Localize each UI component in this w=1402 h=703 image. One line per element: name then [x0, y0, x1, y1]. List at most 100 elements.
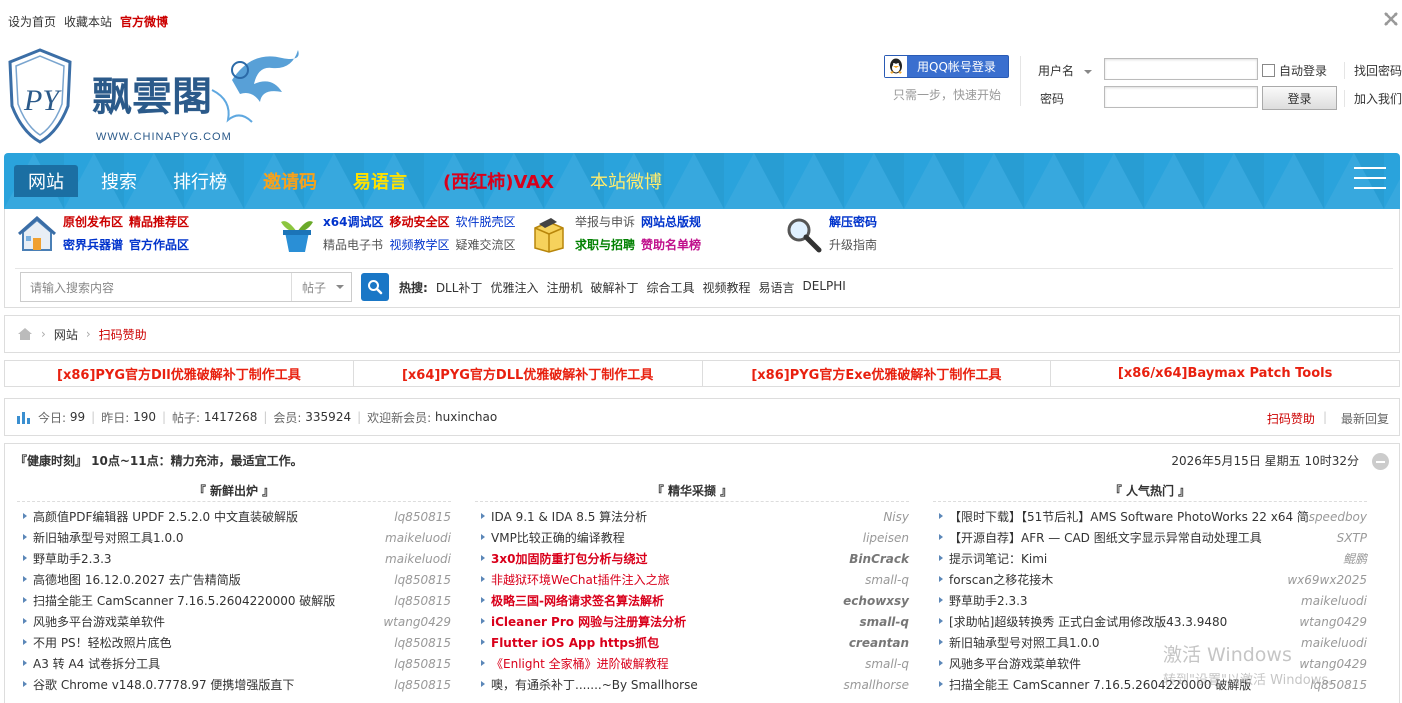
thread-author-link[interactable]: lq850815	[394, 573, 451, 587]
qn-report-appeal[interactable]: 举报与申诉	[575, 214, 635, 231]
thread-title-link[interactable]: 极略三国-网络请求签名算法解析	[491, 592, 843, 609]
thread-author-link[interactable]: maikeluodi	[1301, 594, 1367, 608]
hot-search-item[interactable]: 优雅注入	[490, 279, 538, 296]
thread-title-link[interactable]: 风驰多平台游戏菜单软件	[33, 613, 383, 630]
thread-title-link[interactable]: 【限时下载】【51节后礼】AMS Software PhotoWorks 22 …	[949, 508, 1309, 525]
thread-author-link[interactable]: creantan	[849, 636, 909, 650]
qn-unpacking[interactable]: 软件脱壳区	[455, 214, 515, 231]
thread-title-link[interactable]: 新旧轴承型号对照工具1.0.0	[33, 529, 385, 546]
hot-search-item[interactable]: 注册机	[546, 279, 582, 296]
thread-author-link[interactable]: lq850815	[394, 510, 451, 524]
qn-qa-exchange[interactable]: 疑难交流区	[455, 237, 515, 254]
thread-title-link[interactable]: 野草助手2.3.3	[949, 592, 1301, 609]
featured-link[interactable]: [x86/x64]Baymax Patch Tools	[1051, 361, 1399, 386]
qn-mobile-security[interactable]: 移动安全区	[389, 214, 449, 231]
hot-search-item[interactable]: DELPHI	[803, 279, 846, 296]
find-password-link[interactable]: 找回密码	[1344, 62, 1402, 79]
search-button[interactable]	[361, 273, 389, 301]
qq-login-button[interactable]: 用QQ帐号登录	[884, 55, 1009, 78]
qn-unzip-password[interactable]: 解压密码	[829, 214, 877, 231]
thread-author-link[interactable]: small-q	[859, 615, 909, 629]
newest-member-link[interactable]: huxinchao	[435, 410, 497, 424]
nav-ranking[interactable]: 排行榜	[160, 165, 240, 197]
qn-original-release[interactable]: 原创发布区	[63, 214, 123, 231]
thread-title-link[interactable]: forscan之移花接木	[949, 571, 1287, 588]
username-label[interactable]: 用户名	[1038, 62, 1092, 79]
thread-author-link[interactable]: SXTP	[1337, 531, 1367, 545]
thread-author-link[interactable]: BinCrack	[849, 552, 909, 566]
hot-search-item[interactable]: 破解补丁	[590, 279, 638, 296]
set-home-link[interactable]: 设为首页	[8, 13, 56, 29]
thread-author-link[interactable]: lq850815	[394, 678, 451, 692]
thread-author-link[interactable]: wtang0429	[1299, 615, 1367, 629]
thread-title-link[interactable]: 不用 PS！轻松改照片底色	[33, 634, 394, 651]
thread-author-link[interactable]: lq850815	[394, 594, 451, 608]
thread-author-link[interactable]: echowxsy	[843, 594, 909, 608]
qn-x64-debug[interactable]: x64调试区	[323, 214, 383, 231]
thread-title-link[interactable]: IDA 9.1 & IDA 8.5 算法分析	[491, 508, 883, 525]
thread-title-link[interactable]: 扫描全能王 CamScanner 7.16.5.2604220000 破解版	[33, 592, 394, 609]
thread-title-link[interactable]: 非越狱环境WeChat插件注入之旅	[491, 571, 865, 588]
nav-invite-code[interactable]: 邀请码	[250, 165, 330, 197]
nav-search[interactable]: 搜索	[88, 165, 150, 197]
nav-e-language[interactable]: 易语言	[340, 165, 420, 197]
auto-login-checkbox[interactable]: 自动登录	[1262, 62, 1327, 79]
breadcrumb-home[interactable]: 网站	[54, 326, 78, 343]
hot-search-item[interactable]: DLL补丁	[436, 279, 483, 296]
latest-replies-link[interactable]: 最新回复	[1341, 410, 1389, 427]
qn-ebooks[interactable]: 精品电子书	[323, 237, 383, 254]
password-input[interactable]	[1104, 86, 1258, 108]
thread-title-link[interactable]: VMP比较正确的编译教程	[491, 529, 863, 546]
site-logo[interactable]: PY 飘雲閣 WWW.CHINAPYG.COM	[2, 40, 308, 146]
search-input[interactable]: 请输入搜索内容	[21, 279, 291, 296]
qn-video-teaching[interactable]: 视频教学区	[389, 237, 449, 254]
qn-recommended[interactable]: 精品推荐区	[129, 214, 189, 231]
close-icon[interactable]	[1383, 11, 1399, 27]
thread-title-link[interactable]: [求助帖]超级转换秀 正式白金试用修改版43.3.9480	[949, 613, 1299, 630]
thread-title-link[interactable]: 提示词笔记：Kimi	[949, 550, 1343, 567]
thread-author-link[interactable]: small-q	[865, 573, 909, 587]
thread-title-link[interactable]: 3x0加固防重打包分析与绕过	[491, 550, 849, 567]
qn-sponsor-list[interactable]: 赞助名单榜	[641, 237, 701, 254]
qn-jobs[interactable]: 求职与招聘	[575, 237, 635, 254]
qn-weapon-list[interactable]: 密界兵器谱	[63, 237, 123, 254]
thread-author-link[interactable]: speedboy	[1309, 510, 1367, 524]
thread-author-link[interactable]: Nisy	[883, 510, 909, 524]
thread-author-link[interactable]: lq850815	[394, 636, 451, 650]
thread-title-link[interactable]: A3 转 A4 试卷拆分工具	[33, 655, 394, 672]
hot-search-item[interactable]: 综合工具	[646, 279, 694, 296]
join-link[interactable]: 加入我们	[1344, 90, 1402, 107]
hot-search-item[interactable]: 视频教程	[703, 279, 751, 296]
thread-title-link[interactable]: Flutter iOS App https抓包	[491, 634, 849, 651]
thread-title-link[interactable]: 野草助手2.3.3	[33, 550, 385, 567]
login-button[interactable]: 登录	[1262, 86, 1337, 110]
collapse-icon[interactable]	[1372, 453, 1389, 470]
menu-icon[interactable]	[1354, 167, 1386, 191]
thread-title-link[interactable]: 高颜值PDF编辑器 UPDF 2.5.2.0 中文直装破解版	[33, 508, 394, 525]
checkbox-box[interactable]	[1262, 64, 1275, 77]
qn-official-works[interactable]: 官方作品区	[129, 237, 189, 254]
hot-search-item[interactable]: 易语言	[759, 279, 795, 296]
thread-title-link[interactable]: 高德地图 16.12.0.2027 去广告精简版	[33, 571, 394, 588]
featured-link[interactable]: [x86]PYG官方Dll优雅破解补丁制作工具	[5, 361, 354, 386]
thread-author-link[interactable]: smallhorse	[844, 678, 909, 692]
thread-title-link[interactable]: 谷歌 Chrome v148.0.7778.97 便携增强版直下	[33, 676, 394, 693]
scan-sponsor-link[interactable]: 扫码赞助	[1267, 410, 1315, 427]
nav-website[interactable]: 网站	[14, 165, 78, 197]
nav-weibo[interactable]: 本站微博	[577, 165, 675, 197]
bookmark-link[interactable]: 收藏本站	[64, 13, 112, 29]
search-type-select[interactable]: 帖子	[291, 273, 351, 301]
username-input[interactable]	[1104, 58, 1258, 80]
thread-author-link[interactable]: maikeluodi	[385, 531, 451, 545]
home-icon[interactable]	[17, 327, 33, 341]
thread-author-link[interactable]: maikeluodi	[385, 552, 451, 566]
featured-link[interactable]: [x64]PYG官方DLL优雅破解补丁制作工具	[354, 361, 703, 386]
nav-vax[interactable]: (西红柿)VAX	[430, 165, 567, 197]
thread-title-link[interactable]: iCleaner Pro 网验与注册算法分析	[491, 613, 859, 630]
thread-title-link[interactable]: 《Enlight 全家桶》进阶破解教程	[491, 655, 865, 672]
thread-title-link[interactable]: 【开源自荐】AFR — CAD 图纸文字显示异常自动处理工具	[949, 529, 1337, 546]
thread-author-link[interactable]: wx69wx2025	[1287, 573, 1367, 587]
weibo-link[interactable]: 官方微博	[120, 13, 168, 29]
thread-author-link[interactable]: 鲲鹏	[1343, 550, 1367, 567]
thread-author-link[interactable]: lipeisen	[863, 531, 909, 545]
